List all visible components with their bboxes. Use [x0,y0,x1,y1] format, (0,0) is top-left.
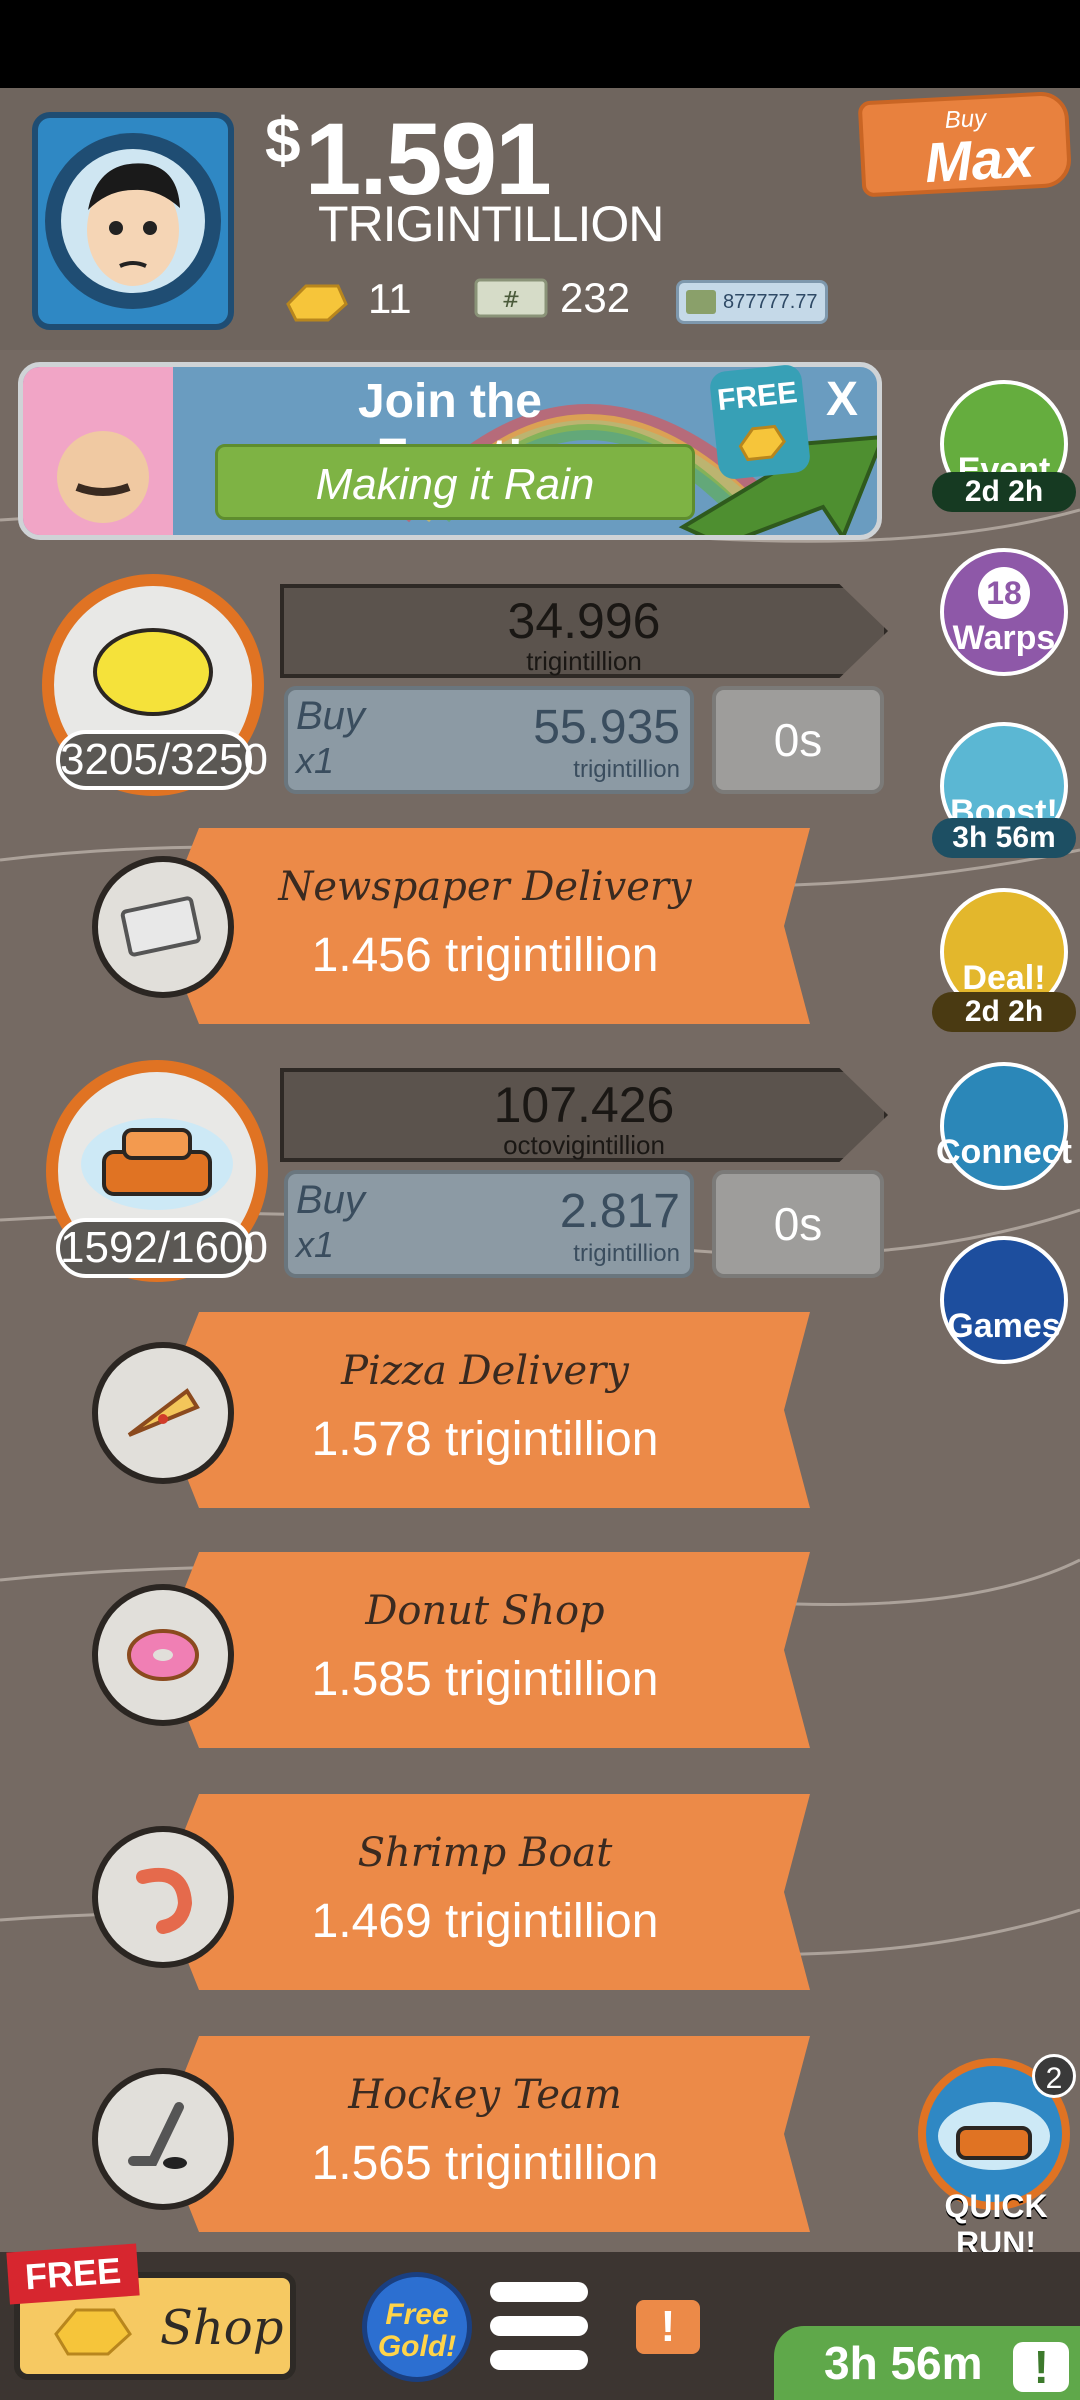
lemonade-cost-unit: trigintillion [573,756,680,783]
newspaper-delivery-name: Newspaper Delivery [278,864,692,910]
ticket-count: 877777.77 [723,290,818,313]
lemonade-buy-label: Buy [296,694,365,738]
newspaper-delivery-price: 1.456 trigintillion [311,929,659,982]
lemonade-timer: 0s [712,686,884,794]
shrimp-boat-unlock-button[interactable]: Shrimp Boat 1.469 trigintillion [160,1794,810,1990]
currency-symbol: $ [265,104,301,176]
gold-count: 11 [368,275,412,322]
side-deal-time: 2d 2h [932,992,1076,1032]
side-event-time: 2d 2h [932,472,1076,512]
side-games-button[interactable]: Games [940,1236,1068,1364]
ticket-counter[interactable]: 877777.77 [676,280,828,324]
hockey-stick-icon [92,2068,234,2210]
gold-bars-icon [286,284,348,322]
lemonade-income-value: 34.996 [507,593,661,649]
side-warps-label: Warps [952,618,1056,657]
warps-count-badge: 18 [978,566,1030,619]
money-unit: TRIGINTILLION [318,196,664,252]
lemonade-buy-multiplier: x1 [296,740,335,781]
megabucks-counter[interactable]: # 232 [474,274,630,322]
lemonade-income-unit: trigintillion [526,646,642,676]
buy-max-button[interactable]: Buy Max [857,90,1073,198]
lemonade-cost-value: 55.935 [533,701,680,754]
gold-icon [738,424,787,462]
car-wash-income-value: 107.426 [493,1077,675,1133]
hockey-team-unlock-button[interactable]: Hockey Team 1.565 trigintillion [160,2036,810,2232]
event-subtitle: Making it Rain [215,444,695,520]
lemonade-buy-button[interactable]: Buy x1 55.935 trigintillion [284,686,694,794]
pizza-delivery-unlock-button[interactable]: Pizza Delivery 1.578 trigintillion [160,1312,810,1508]
newspaper-delivery-unlock-button[interactable]: Newspaper Delivery 1.456 trigintillion [160,828,810,1024]
car-wash-buy-button[interactable]: Buy x1 2.817 trigintillion [284,1170,694,1278]
astronaut-character-icon [45,133,221,309]
side-boost-time: 3h 56m [932,818,1076,858]
donut-shop-name: Donut Shop [365,1588,605,1634]
menu-icon-line [490,2350,588,2370]
menu-icon-line [490,2282,588,2302]
pizza-delivery-price: 1.578 trigintillion [311,1413,659,1466]
pizza-icon [92,1342,234,1484]
quick-run-badge: 2 [1032,2054,1076,2098]
buy-max-big-label: Max [923,125,1036,195]
side-connect-button[interactable]: Connect [936,1062,1072,1190]
side-connect-label: Connect [936,1133,1072,1171]
gold-counter[interactable]: 11 [282,274,412,324]
car-wash-income-bar: 107.426 octovigintillion [280,1068,888,1162]
status-bar [0,0,1080,88]
shop-label: Shop [160,2300,284,2356]
car-wash-income-unit: octovigintillion [503,1130,665,1160]
event-free-badge: FREE [708,363,812,481]
donut-shop-unlock-button[interactable]: Donut Shop 1.585 trigintillion [160,1552,810,1748]
donut-icon [92,1584,234,1726]
player-avatar[interactable] [32,112,234,330]
tv-icon: ! [1013,2341,1070,2392]
megabucks-count: 232 [560,274,631,321]
car-wash-cost-unit: trigintillion [573,1240,680,1267]
newspaper-icon [92,856,234,998]
offer-timer-button[interactable]: 3h 56m ! [774,2326,1080,2400]
car-wash-count: 1592/1600 [56,1218,268,1278]
car-wash-buy-multiplier: x1 [296,1224,335,1265]
event-free-label: FREE [715,376,799,418]
car-wash-timer: 0s [712,1170,884,1278]
car-wash-cost-value: 2.817 [559,1185,680,1238]
shrimp-boat-name: Shrimp Boat [357,1830,613,1876]
menu-button[interactable] [490,2282,588,2372]
event-close-button[interactable]: X [826,372,858,427]
hockey-team-price: 1.565 trigintillion [311,2137,659,2190]
shrimp-icon [92,1826,234,1968]
megabucks-icon: # [474,278,548,318]
side-games-label: Games [947,1307,1061,1345]
pizza-delivery-name: Pizza Delivery [341,1348,629,1394]
side-warps-button[interactable]: 18 Warps [940,548,1068,676]
gold-bars-icon [54,2308,132,2356]
shrimp-boat-price: 1.469 trigintillion [311,1895,659,1948]
shop-free-tag: FREE [6,2243,140,2305]
free-gold-button[interactable]: Free Gold! [362,2272,472,2382]
ticket-icon [686,290,716,314]
lemonade-income-bar: 34.996 trigintillion [280,584,888,678]
svg-text:#: # [502,288,520,313]
donut-shop-price: 1.585 trigintillion [311,1653,659,1706]
offer-timer-text: 3h 56m [824,2337,983,2389]
menu-icon-line [490,2316,588,2336]
hockey-team-name: Hockey Team [348,2072,622,2118]
car-wash-buy-label: Buy [296,1178,365,1222]
lemonade-count: 3205/3250 [56,730,268,790]
quick-run-label: QUICK RUN! [944,2188,1048,2261]
alert-button[interactable]: ! [636,2300,700,2354]
